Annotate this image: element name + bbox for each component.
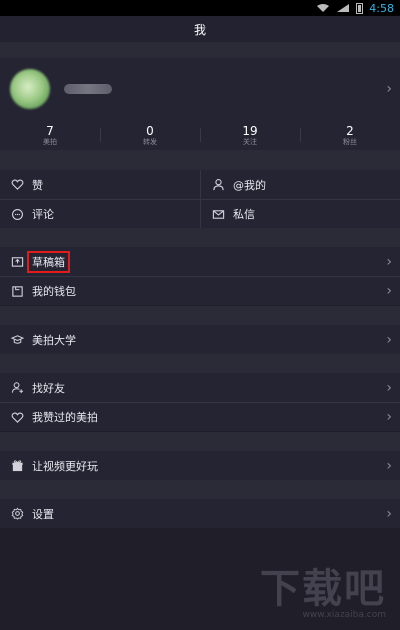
- person-icon: [211, 178, 225, 192]
- chevron-right-icon: ›: [386, 505, 392, 522]
- stat-followers[interactable]: 2 粉丝: [300, 120, 400, 150]
- gift-box-icon: [10, 459, 24, 473]
- status-time: 4:58: [369, 1, 394, 15]
- better-video-item[interactable]: 让视频更好玩 ›: [0, 451, 400, 480]
- gear-icon: [10, 507, 24, 521]
- wifi-icon: [317, 4, 330, 12]
- stat-value: 0: [146, 123, 154, 138]
- messages-label: 私信: [233, 208, 255, 221]
- settings-item[interactable]: 设置 ›: [0, 499, 400, 528]
- page-title: 我: [0, 16, 400, 42]
- stat-label: 粉丝: [343, 137, 357, 146]
- graduation-cap-icon: [10, 333, 24, 347]
- settings-label: 设置: [32, 507, 54, 521]
- battery-icon: [356, 2, 364, 14]
- stats-bar: 7 美拍 0 转发 19 关注 2 粉丝: [0, 120, 400, 150]
- heart-icon: [10, 410, 24, 424]
- chevron-right-icon: ›: [386, 81, 392, 97]
- university-label: 美拍大学: [32, 333, 76, 347]
- section-gap: [0, 150, 400, 170]
- comment-bubble-icon: [10, 207, 24, 221]
- mentions-label: @我的: [233, 178, 266, 192]
- mentions-item[interactable]: @我的: [200, 170, 400, 199]
- wallet-item[interactable]: 我的钱包 ›: [0, 276, 400, 305]
- stat-label: 美拍: [43, 137, 57, 146]
- drafts-item[interactable]: 草稿箱 ›: [0, 247, 400, 276]
- chevron-right-icon: ›: [386, 253, 392, 270]
- watermark: 下载吧 www.xiazaiba.com: [260, 568, 386, 620]
- profile-row[interactable]: ›: [0, 58, 400, 120]
- better-video-label: 让视频更好玩: [32, 459, 98, 473]
- wallet-icon: [10, 284, 24, 298]
- menu-group-social: 找好友 › 我赞过的美拍 ›: [0, 373, 400, 431]
- chevron-right-icon: ›: [386, 331, 392, 348]
- stat-following[interactable]: 19 关注: [200, 120, 300, 150]
- wallet-label: 我的钱包: [32, 285, 76, 298]
- menu-group-university: 美拍大学 ›: [0, 325, 400, 354]
- stat-value: 19: [242, 123, 258, 138]
- section-gap: [0, 480, 400, 499]
- status-bar: 4:58: [0, 0, 400, 16]
- envelope-icon: [211, 207, 225, 221]
- find-friends-label: 找好友: [32, 381, 65, 395]
- chevron-right-icon: ›: [386, 409, 392, 425]
- likes-item[interactable]: 赞: [0, 170, 200, 199]
- section-gap: [0, 432, 400, 451]
- section-gap: [0, 228, 400, 247]
- menu-group-better-video: 让视频更好玩 ›: [0, 451, 400, 480]
- messages-item[interactable]: 私信: [200, 199, 400, 228]
- chevron-right-icon: ›: [386, 379, 392, 396]
- menu-group-drafts: 草稿箱 › 我的钱包 ›: [0, 247, 400, 305]
- watermark-logo-text: 下载吧: [260, 566, 386, 612]
- add-person-icon: [10, 381, 24, 395]
- drafts-label: 草稿箱: [27, 250, 70, 273]
- liked-videos-item[interactable]: 我赞过的美拍 ›: [0, 402, 400, 431]
- comments-item[interactable]: 评论: [0, 199, 200, 228]
- comments-label: 评论: [32, 208, 54, 221]
- stat-label: 关注: [243, 137, 257, 146]
- avatar[interactable]: [10, 69, 50, 109]
- signal-icon: [337, 4, 350, 12]
- liked-videos-label: 我赞过的美拍: [32, 411, 98, 424]
- stat-videos[interactable]: 7 美拍: [0, 120, 100, 150]
- stat-value: 2: [346, 123, 354, 138]
- heart-icon: [10, 178, 24, 192]
- drafts-box-icon: [10, 255, 24, 269]
- stat-reposts[interactable]: 0 转发: [100, 120, 200, 150]
- university-item[interactable]: 美拍大学 ›: [0, 325, 400, 354]
- chevron-right-icon: ›: [386, 457, 392, 474]
- section-gap: [0, 354, 400, 373]
- chevron-right-icon: ›: [386, 283, 392, 299]
- username-blurred: [64, 84, 112, 94]
- section-gap: [0, 306, 400, 325]
- find-friends-item[interactable]: 找好友 ›: [0, 373, 400, 402]
- notification-grid: 赞 @我的 评论 私信: [0, 170, 400, 228]
- likes-label: 赞: [32, 178, 43, 192]
- stat-label: 转发: [143, 137, 157, 146]
- section-gap: [0, 42, 400, 58]
- stat-value: 7: [46, 123, 54, 138]
- menu-group-settings: 设置 ›: [0, 499, 400, 528]
